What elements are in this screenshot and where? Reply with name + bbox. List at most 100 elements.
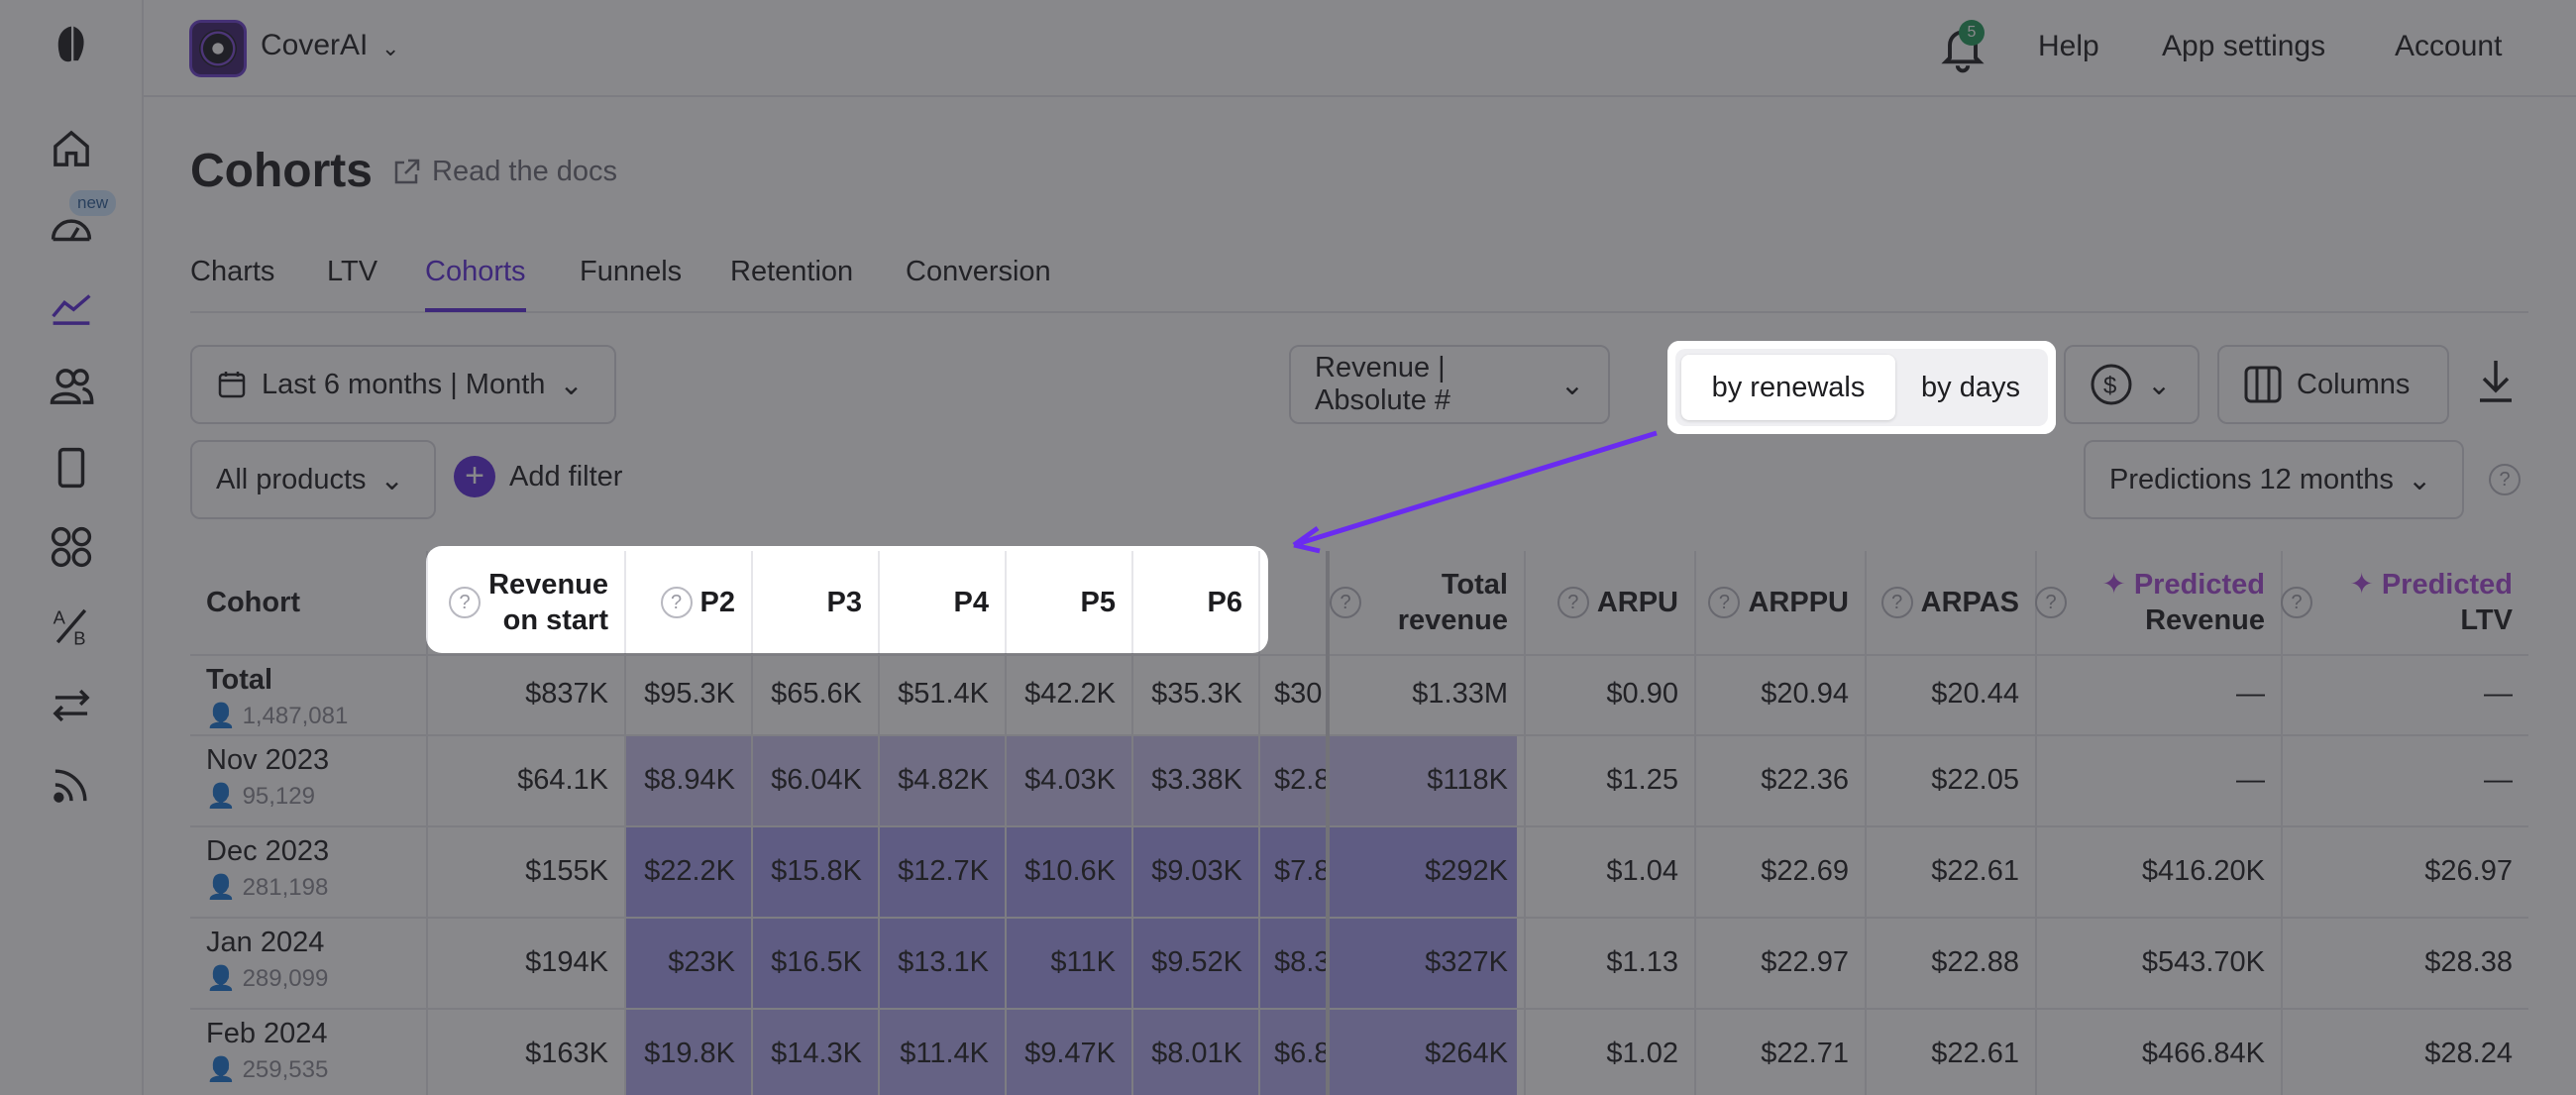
- table-cell-pred_rev: —: [2236, 678, 2265, 710]
- cohort-count-value: 95,129: [242, 783, 315, 810]
- users-icon[interactable]: [42, 357, 101, 416]
- apps-grid-icon[interactable]: [42, 517, 101, 577]
- header-p4[interactable]: P4: [878, 551, 1005, 654]
- svg-text:B: B: [73, 627, 85, 648]
- help-icon[interactable]: ?: [1880, 587, 1913, 618]
- currency-select[interactable]: $ ⌄: [2064, 345, 2200, 424]
- table-cell-p2: $8.94K: [644, 763, 735, 796]
- table-cell-p7: $6.8: [1274, 1037, 1326, 1069]
- header-p3[interactable]: P3: [751, 551, 878, 654]
- header-p6[interactable]: P6: [1131, 551, 1258, 654]
- read-docs-link[interactable]: Read the docs: [390, 156, 617, 188]
- help-icon[interactable]: ?: [2281, 587, 2312, 618]
- table-cell-pred_ltv: —: [2484, 763, 2513, 796]
- by-days-button[interactable]: by days: [1899, 355, 2042, 420]
- cohort-count-value: 259,535: [242, 1056, 329, 1083]
- header-p5[interactable]: P5: [1005, 551, 1131, 654]
- table-cell-p5: $9.47K: [1024, 1037, 1116, 1069]
- table-cell-p5: $4.03K: [1024, 763, 1116, 796]
- help-icon[interactable]: ?: [449, 587, 482, 618]
- predictions-select[interactable]: Predictions 12 months ⌄: [2084, 440, 2464, 519]
- columns-label: Columns: [2297, 368, 2411, 400]
- help-icon[interactable]: ?: [2489, 464, 2521, 495]
- header-pred-ltv-line2: LTV: [2460, 604, 2513, 636]
- cohort-name: Feb 2024: [206, 1018, 328, 1049]
- columns-button[interactable]: Columns: [2217, 345, 2449, 424]
- cohort-user-count: 👤 95,129: [206, 782, 315, 811]
- device-icon[interactable]: [42, 438, 101, 497]
- table-cell-p7: $2.8: [1274, 763, 1326, 796]
- table-cell-p4: $51.4K: [898, 678, 989, 710]
- by-renewals-button[interactable]: by renewals: [1681, 355, 1895, 420]
- transfer-icon[interactable]: [42, 676, 101, 735]
- plus-icon: +: [454, 456, 495, 497]
- table-cell-total: $327K: [1425, 945, 1508, 978]
- metric-select[interactable]: Revenue | Absolute # ⌄: [1289, 345, 1610, 424]
- table-cell-p2: $22.2K: [644, 854, 735, 887]
- table-cell-p4: $4.82K: [898, 763, 989, 796]
- table-cell-pred_ltv: $28.38: [2424, 945, 2513, 978]
- table-cell-p4: $13.1K: [898, 945, 989, 978]
- chevron-down-icon: ⌄: [2407, 464, 2432, 496]
- download-icon[interactable]: [2474, 357, 2518, 406]
- user-icon: 👤: [206, 874, 236, 901]
- metric-label: Revenue | Absolute #: [1315, 352, 1451, 416]
- header-total-line2: revenue: [1397, 604, 1508, 636]
- table-cell-p2: $23K: [668, 945, 735, 978]
- tab-retention[interactable]: Retention: [730, 256, 853, 308]
- help-icon[interactable]: ?: [1330, 587, 1361, 618]
- help-icon[interactable]: ?: [1708, 587, 1741, 618]
- breakdown-toggle: by renewals by days: [1667, 341, 2056, 434]
- header-p2[interactable]: ? P2: [624, 551, 751, 654]
- charts-icon[interactable]: [42, 277, 101, 337]
- table-cell-p5: $42.2K: [1024, 678, 1116, 710]
- products-select[interactable]: All products ⌄: [190, 440, 436, 519]
- app-name[interactable]: CoverAI: [261, 29, 368, 62]
- table-cell-arppu: $22.71: [1761, 1037, 1849, 1069]
- tab-charts[interactable]: Charts: [190, 256, 274, 308]
- feed-icon[interactable]: [42, 755, 101, 815]
- logo-icon[interactable]: [42, 15, 101, 74]
- help-link[interactable]: Help: [2038, 30, 2099, 63]
- table-cell-total: $292K: [1425, 854, 1508, 887]
- help-icon[interactable]: ?: [660, 587, 693, 618]
- calendar-icon: [218, 372, 246, 398]
- home-icon[interactable]: [42, 119, 101, 178]
- add-filter-button[interactable]: + Add filter: [454, 456, 622, 497]
- header-arpu[interactable]: ? ARPU: [1524, 551, 1694, 654]
- header-arpas[interactable]: ? ARPAS: [1865, 551, 2035, 654]
- tab-cohorts[interactable]: Cohorts: [425, 256, 526, 312]
- page-title: Cohorts: [190, 145, 373, 197]
- help-icon[interactable]: ?: [2035, 587, 2067, 618]
- dollar-icon: $: [2091, 364, 2132, 405]
- header-arppu[interactable]: ? ARPPU: [1694, 551, 1865, 654]
- external-link-icon: [394, 159, 420, 183]
- header-pred-rev-line2: Revenue: [2145, 604, 2265, 636]
- account-link[interactable]: Account: [2395, 30, 2502, 63]
- header-revenue-start-line1: Revenue: [488, 569, 608, 601]
- table-cell-p2: $95.3K: [644, 678, 735, 710]
- ab-test-icon[interactable]: AB: [42, 597, 101, 656]
- table-cell-arpu: $1.04: [1606, 854, 1678, 887]
- table-cell-arpu: $1.02: [1606, 1037, 1678, 1069]
- chevron-down-icon: ⌄: [379, 464, 404, 496]
- table-cell-start: $837K: [525, 678, 608, 710]
- app-logo[interactable]: [189, 20, 247, 77]
- table-cell-start: $194K: [525, 945, 608, 978]
- header-predicted-ltv[interactable]: ? ✦ Predicted LTV: [2281, 551, 2528, 654]
- tab-funnels[interactable]: Funnels: [580, 256, 682, 308]
- header-revenue-start[interactable]: ? Revenue on start: [426, 551, 624, 654]
- app-settings-link[interactable]: App settings: [2162, 30, 2325, 63]
- period-select[interactable]: Last 6 months | Month ⌄: [190, 345, 616, 424]
- cohort-count-value: 281,198: [242, 874, 329, 901]
- svg-text:$: $: [2103, 373, 2116, 399]
- tab-ltv[interactable]: LTV: [327, 256, 377, 308]
- chevron-down-icon[interactable]: ⌄: [381, 36, 399, 61]
- tab-conversion[interactable]: Conversion: [906, 256, 1051, 308]
- header-arpas-label: ARPAS: [1920, 587, 2019, 618]
- header-arpu-label: ARPU: [1596, 587, 1678, 618]
- header-predicted-revenue[interactable]: ? ✦ Predicted Revenue: [2035, 551, 2281, 654]
- help-icon[interactable]: ?: [1556, 587, 1589, 618]
- header-total-revenue[interactable]: ? Total revenue: [1330, 551, 1524, 654]
- header-cohort[interactable]: Cohort: [206, 551, 316, 654]
